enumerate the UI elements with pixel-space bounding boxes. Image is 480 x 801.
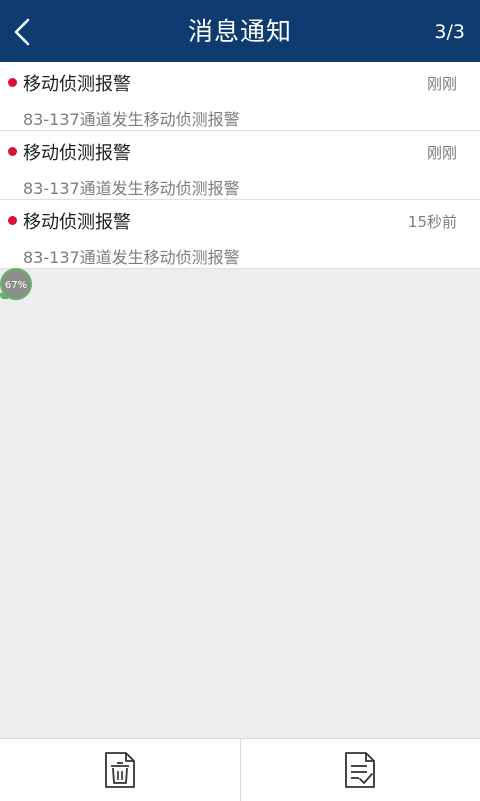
notification-title: 移动侦测报警 <box>23 212 131 233</box>
delete-button[interactable] <box>100 749 140 791</box>
notification-title: 移动侦测报警 <box>23 74 131 95</box>
notification-item[interactable]: 移动侦测报警 刚刚 83-137通道发生移动侦测报警 <box>0 131 480 200</box>
notification-item[interactable]: 移动侦测报警 15秒前 83-137通道发生移动侦测报警 <box>0 200 480 269</box>
notification-list: 移动侦测报警 刚刚 83-137通道发生移动侦测报警 移动侦测报警 刚刚 83-… <box>0 62 480 269</box>
mark-read-button[interactable] <box>340 749 380 791</box>
notification-time: 刚刚 <box>426 75 457 93</box>
unread-dot-icon <box>8 78 17 87</box>
unread-dot-icon <box>8 147 17 156</box>
notification-description: 83-137通道发生移动侦测报警 <box>23 179 240 198</box>
notification-item[interactable]: 移动侦测报警 刚刚 83-137通道发生移动侦测报警 <box>0 62 480 131</box>
notification-description: 83-137通道发生移动侦测报警 <box>23 248 240 267</box>
unread-dot-icon <box>8 216 17 225</box>
bottom-toolbar <box>0 738 480 801</box>
notification-title: 移动侦测报警 <box>23 143 131 164</box>
trash-icon <box>105 752 135 788</box>
progress-badge[interactable]: 67% <box>0 268 32 300</box>
notification-time: 刚刚 <box>426 144 457 162</box>
document-check-icon <box>345 752 375 788</box>
notification-time: 15秒前 <box>407 213 457 231</box>
page-title: 消息通知 <box>187 17 292 46</box>
app-header: 消息通知 3/3 <box>0 0 480 62</box>
notification-description: 83-137通道发生移动侦测报警 <box>23 110 240 129</box>
page-counter: 3/3 <box>434 21 465 43</box>
footer-divider <box>240 739 241 801</box>
